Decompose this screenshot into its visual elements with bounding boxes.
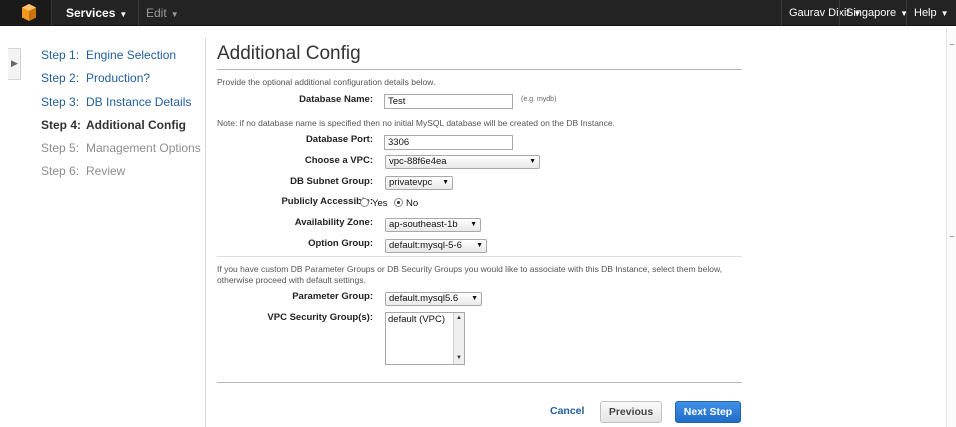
next-step-button[interactable]: Next Step xyxy=(675,401,741,423)
user-label: Gaurav Dixit xyxy=(789,7,850,19)
step-label: DB Instance Details xyxy=(86,94,192,109)
title-divider xyxy=(217,69,742,70)
database-name-label: Database Name: xyxy=(299,94,373,105)
database-port-input[interactable]: 3306 xyxy=(384,135,513,150)
step-additional-config: Step 4: Additional Config xyxy=(41,117,203,140)
intro-text: Provide the optional additional configur… xyxy=(217,77,436,87)
edit-menu[interactable]: Edit ▼ xyxy=(140,0,179,26)
nav-divider xyxy=(906,0,907,26)
step-label: Additional Config xyxy=(86,117,186,132)
db-subnet-group-value: privatevpc xyxy=(389,177,433,188)
page-title: Additional Config xyxy=(217,43,361,64)
list-item[interactable]: default (VPC) xyxy=(388,314,445,325)
step-review: Step 6: Review xyxy=(41,163,203,186)
sidebar-divider xyxy=(205,38,206,427)
scrollbar-marker xyxy=(950,236,954,237)
chevron-down-icon: ▼ xyxy=(470,221,477,228)
option-group-select[interactable]: default:mysql-5-6 ▼ xyxy=(385,239,487,253)
previous-button[interactable]: Previous xyxy=(600,401,662,423)
wizard-steps: Step 1: Engine Selection Step 2: Productio… xyxy=(41,47,203,187)
vpc-security-groups-label: VPC Security Group(s): xyxy=(267,312,373,323)
aws-logo[interactable] xyxy=(0,0,52,26)
page-scrollbar[interactable] xyxy=(946,28,956,427)
step-number: Step 6: xyxy=(41,164,80,179)
help-label: Help xyxy=(914,7,937,19)
publicly-accessible-label: Publicly Accessible: xyxy=(281,196,373,207)
step-label: Management Options xyxy=(86,141,201,156)
vpc-select[interactable]: vpc-88f6e4ea ▼ xyxy=(385,155,540,169)
chevron-down-icon: ▼ xyxy=(940,9,949,18)
services-label: Services xyxy=(66,6,116,20)
db-subnet-group-label: DB Subnet Group: xyxy=(290,176,373,187)
step-management-options: Step 5: Management Options xyxy=(41,140,203,163)
step-number: Step 2: xyxy=(41,71,80,86)
step-engine-selection[interactable]: Step 1: Engine Selection xyxy=(41,47,203,70)
vpc-security-groups-listbox[interactable]: default (VPC) ▲ ▼ xyxy=(385,312,465,365)
option-group-value: default:mysql-5-6 xyxy=(389,240,462,251)
step-number: Step 3: xyxy=(41,94,80,109)
step-number: Step 4: xyxy=(41,117,82,132)
top-nav-bar: Services ▼ Edit ▼ Gaurav Dixit ▼ Singapore ▼… xyxy=(0,0,956,26)
step-db-instance-details[interactable]: Step 3: DB Instance Details xyxy=(41,94,203,117)
step-label: Production? xyxy=(86,71,151,86)
edit-label: Edit xyxy=(146,6,167,20)
chevron-down-icon: ▼ xyxy=(119,10,128,19)
publicly-accessible-yes-label: Yes xyxy=(372,198,388,209)
chevron-down-icon: ▼ xyxy=(170,10,179,19)
region-label: Singapore xyxy=(846,7,897,19)
publicly-accessible-yes-radio[interactable] xyxy=(360,198,369,207)
chevron-down-icon: ▼ xyxy=(476,242,483,249)
step-label: Engine Selection xyxy=(86,48,177,62)
vpc-value: vpc-88f6e4ea xyxy=(389,156,447,167)
parameter-group-select[interactable]: default.mysql5.6 ▼ xyxy=(385,292,482,306)
cancel-button[interactable]: Cancel xyxy=(550,405,584,417)
scroll-up-icon[interactable]: ▲ xyxy=(456,315,462,321)
availability-zone-value: ap-southeast-1b xyxy=(389,219,458,230)
sidebar-toggle[interactable]: ▶ xyxy=(8,48,21,80)
availability-zone-select[interactable]: ap-southeast-1b ▼ xyxy=(385,218,481,232)
database-name-input[interactable]: Test xyxy=(384,94,513,109)
section-divider xyxy=(217,256,742,257)
parameter-group-label: Parameter Group: xyxy=(292,291,373,302)
option-group-label: Option Group: xyxy=(308,238,373,249)
footer-divider xyxy=(217,382,742,383)
availability-zone-label: Availability Zone: xyxy=(294,217,373,228)
database-name-note: Note: if no database name is specified t… xyxy=(217,118,616,128)
aws-cube-icon xyxy=(22,4,36,21)
publicly-accessible-no-label: No xyxy=(406,198,419,209)
step-label: Review xyxy=(86,164,126,179)
parameter-group-value: default.mysql5.6 xyxy=(389,293,459,304)
database-name-hint: (e.g. mydb) xyxy=(521,96,557,103)
publicly-accessible-no-radio[interactable] xyxy=(394,198,403,207)
chevron-down-icon: ▼ xyxy=(442,179,449,186)
nav-divider xyxy=(781,0,782,26)
region-menu[interactable]: Singapore ▼ xyxy=(846,0,908,26)
chevron-right-icon: ▶ xyxy=(11,58,18,68)
listbox-scrollbar[interactable]: ▲ ▼ xyxy=(453,313,464,364)
help-menu[interactable]: Help ▼ xyxy=(914,0,949,26)
db-subnet-group-select[interactable]: privatevpc ▼ xyxy=(385,176,453,190)
step-production[interactable]: Step 2: Production? xyxy=(41,70,203,93)
step-number: Step 1: xyxy=(41,48,80,62)
database-port-label: Database Port: xyxy=(305,134,373,145)
nav-divider xyxy=(839,0,840,26)
parameter-groups-note: If you have custom DB Parameter Groups o… xyxy=(217,264,723,285)
scroll-down-icon[interactable]: ▼ xyxy=(456,355,462,361)
services-menu[interactable]: Services ▼ xyxy=(53,0,139,26)
scrollbar-marker xyxy=(950,44,954,45)
vpc-label: Choose a VPC: xyxy=(304,155,373,166)
chevron-down-icon: ▼ xyxy=(471,295,478,302)
chevron-down-icon: ▼ xyxy=(529,158,536,165)
step-number: Step 5: xyxy=(41,141,80,156)
